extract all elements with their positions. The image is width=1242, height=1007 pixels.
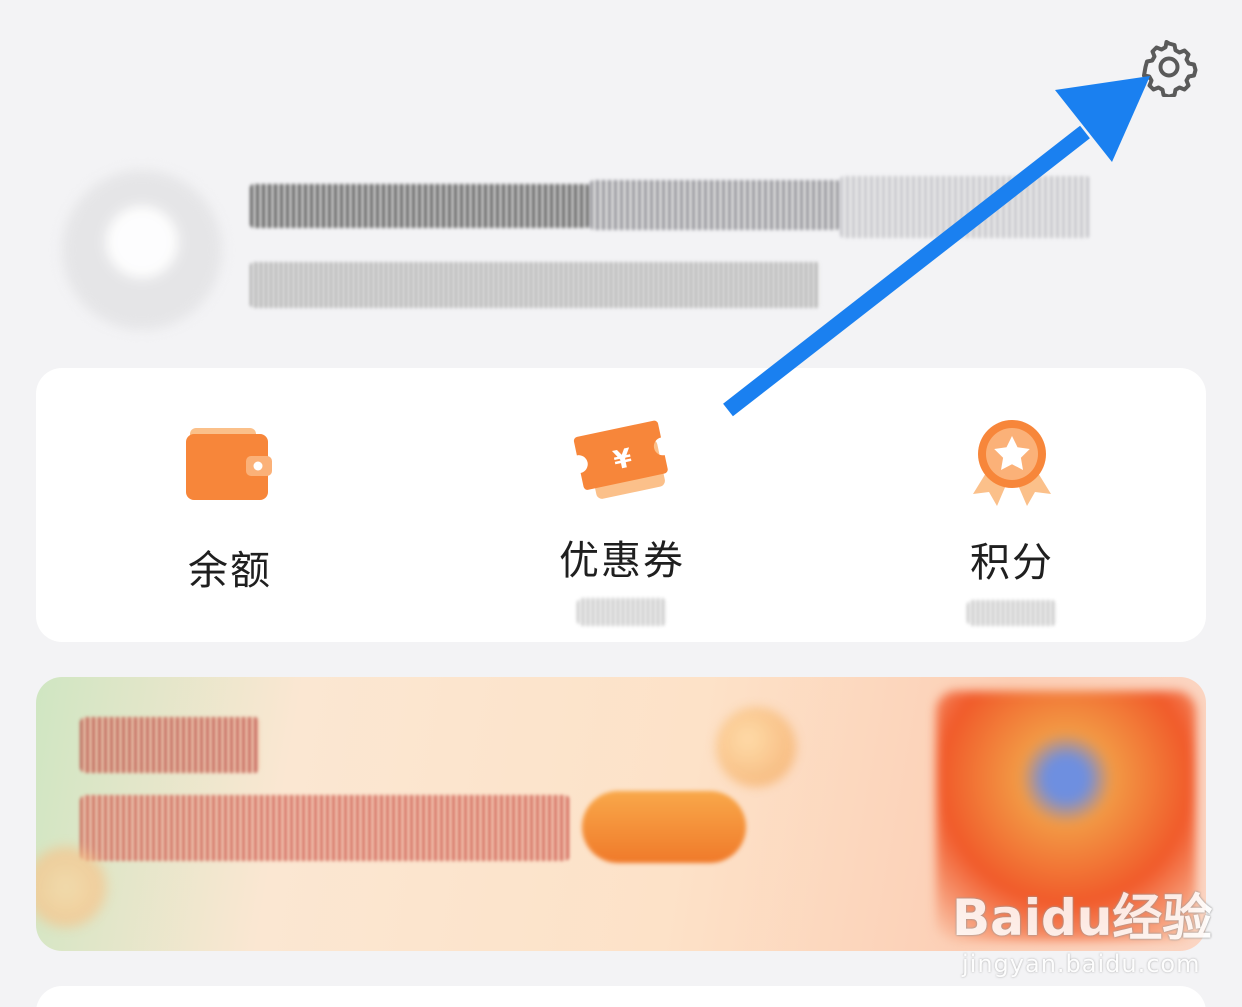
coupon-entry[interactable]: ¥ 优惠券	[492, 416, 752, 626]
watermark-brand: Baidu经验	[952, 889, 1213, 947]
promo-decoration	[716, 707, 796, 787]
gear-icon	[1142, 40, 1198, 97]
member-badge-blurred	[840, 176, 1090, 238]
wallet-icon	[175, 416, 285, 516]
profile-subtitle-blurred	[250, 262, 820, 308]
medal-star-icon	[957, 416, 1067, 508]
points-entry[interactable]: 积分	[882, 416, 1142, 626]
promo-action-button[interactable]	[582, 791, 746, 863]
settings-button[interactable]	[1136, 34, 1202, 100]
promo-title-blurred	[80, 717, 260, 773]
promo-subtitle-blurred	[80, 795, 570, 861]
coupon-label: 优惠券	[559, 538, 685, 584]
next-section-card	[36, 986, 1206, 1007]
assets-card: 余额 ¥ 优惠券 积分	[36, 368, 1206, 642]
username-blurred-extra	[590, 180, 840, 230]
coupon-count-blurred	[577, 598, 667, 626]
coupon-ticket-icon: ¥	[567, 416, 677, 506]
promo-decoration-2	[36, 847, 106, 927]
balance-entry[interactable]: 余额	[100, 416, 360, 626]
watermark-url: jingyan.baidu.com	[962, 950, 1201, 978]
profile-page: 余额 ¥ 优惠券 积分 Baidu经验 jingyan.baidu.com	[0, 0, 1242, 1007]
avatar[interactable]	[62, 170, 222, 330]
profile-info-blurred[interactable]	[250, 176, 1090, 316]
points-count-blurred	[967, 600, 1057, 626]
points-label: 积分	[970, 540, 1054, 586]
baidu-watermark: Baidu经验 jingyan.baidu.com	[952, 878, 1232, 988]
balance-label: 余额	[188, 548, 272, 594]
username-blurred	[250, 184, 590, 228]
